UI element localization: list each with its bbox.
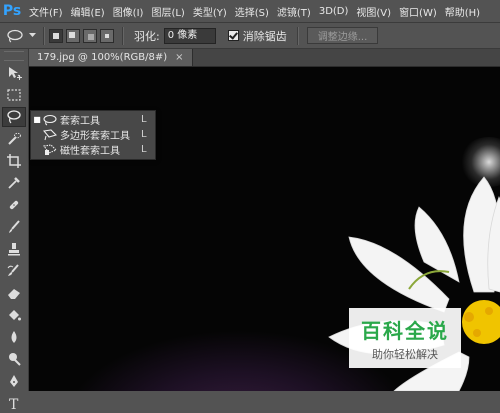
- menu-3d[interactable]: 3D(D): [315, 6, 353, 17]
- menu-help[interactable]: 帮助(H): [441, 4, 484, 19]
- flyout-label: 磁性套索工具: [60, 146, 120, 157]
- lasso-icon: [43, 114, 57, 125]
- tools-panel: T: [0, 49, 29, 411]
- crop-tool-icon[interactable]: [2, 151, 26, 171]
- chevron-down-icon: [29, 33, 36, 37]
- options-bar: 羽化: 0 像素 消除锯齿 调整边缘...: [0, 23, 500, 49]
- menu-select[interactable]: 选择(S): [231, 4, 273, 19]
- paint-bucket-icon[interactable]: [2, 305, 26, 325]
- selected-bullet-icon: ■: [33, 115, 41, 124]
- intersect-selection-button[interactable]: [100, 28, 114, 43]
- flyout-item-lasso[interactable]: ■ 套索工具 L: [31, 112, 155, 127]
- flyout-label: 多边形套索工具: [60, 131, 130, 142]
- menu-type[interactable]: 类型(Y): [189, 4, 231, 19]
- lasso-tool-icon[interactable]: [2, 107, 26, 127]
- refine-edge-button[interactable]: 调整边缘...: [306, 27, 379, 44]
- separator: [43, 26, 44, 45]
- antialias-label: 消除锯齿: [242, 29, 287, 43]
- watermark-title: 百科全说: [361, 318, 449, 343]
- clone-stamp-icon[interactable]: [2, 239, 26, 259]
- move-tool-icon[interactable]: [2, 63, 26, 83]
- panel-grip[interactable]: [4, 51, 24, 61]
- subtract-from-selection-button[interactable]: [83, 28, 97, 43]
- document-tab-title: 179.jpg @ 100%(RGB/8#): [37, 52, 168, 63]
- feather-input[interactable]: 0 像素: [163, 27, 216, 44]
- menu-view[interactable]: 视图(V): [352, 4, 395, 19]
- close-icon[interactable]: ×: [175, 52, 183, 63]
- menu-edit[interactable]: 编辑(E): [67, 4, 109, 19]
- history-brush-icon[interactable]: [2, 261, 26, 281]
- flyout-item-magnetic-lasso[interactable]: 磁性套索工具 L: [31, 142, 155, 157]
- feather-label: 羽化:: [134, 29, 160, 43]
- magnetic-lasso-icon: [43, 143, 57, 155]
- flyout-item-polygonal-lasso[interactable]: 多边形套索工具 L: [31, 127, 155, 142]
- polygonal-lasso-icon: [43, 128, 57, 140]
- quick-selection-icon[interactable]: [2, 129, 26, 149]
- eraser-icon[interactable]: [2, 283, 26, 303]
- new-selection-button[interactable]: [49, 28, 63, 43]
- blur-icon[interactable]: [2, 327, 26, 347]
- eyedropper-icon[interactable]: [2, 173, 26, 193]
- dodge-icon[interactable]: [2, 349, 26, 369]
- menu-file[interactable]: 文件(F): [25, 4, 67, 19]
- menu-image[interactable]: 图像(I): [109, 4, 148, 19]
- type-icon[interactable]: T: [2, 393, 26, 413]
- document-tab[interactable]: 179.jpg @ 100%(RGB/8#) ×: [29, 49, 193, 66]
- antialias-checkbox[interactable]: [227, 30, 239, 41]
- shortcut-label: L: [141, 144, 147, 155]
- brush-icon[interactable]: [2, 217, 26, 237]
- flyout-label: 套索工具: [60, 116, 100, 127]
- lasso-tools-flyout: ■ 套索工具 L 多边形套索工具 L 磁性套索工具 L: [30, 110, 156, 160]
- separator: [122, 26, 123, 45]
- menu-layer[interactable]: 图层(L): [147, 4, 188, 19]
- watermark-subtitle: 助你轻松解决: [372, 347, 438, 361]
- separator: [296, 26, 298, 45]
- svg-text:T: T: [9, 397, 19, 411]
- watermark: 百科全说 助你轻松解决: [349, 308, 461, 368]
- add-to-selection-button[interactable]: [66, 28, 80, 43]
- menu-bar: Ps 文件(F) 编辑(E) 图像(I) 图层(L) 类型(Y) 选择(S) 滤…: [0, 0, 500, 23]
- lasso-icon: [7, 29, 23, 43]
- photoshop-logo: Ps: [2, 3, 22, 19]
- marquee-tool-icon[interactable]: [2, 85, 26, 105]
- spot-healing-icon[interactable]: [2, 195, 26, 215]
- menu-filter[interactable]: 滤镜(T): [273, 4, 315, 19]
- shortcut-label: L: [141, 129, 147, 140]
- tool-preset-picker[interactable]: [4, 26, 38, 46]
- pen-icon[interactable]: [2, 371, 26, 391]
- document-tab-bar: 179.jpg @ 100%(RGB/8#) ×: [29, 49, 500, 67]
- shortcut-label: L: [141, 114, 147, 125]
- menu-window[interactable]: 窗口(W): [395, 4, 441, 19]
